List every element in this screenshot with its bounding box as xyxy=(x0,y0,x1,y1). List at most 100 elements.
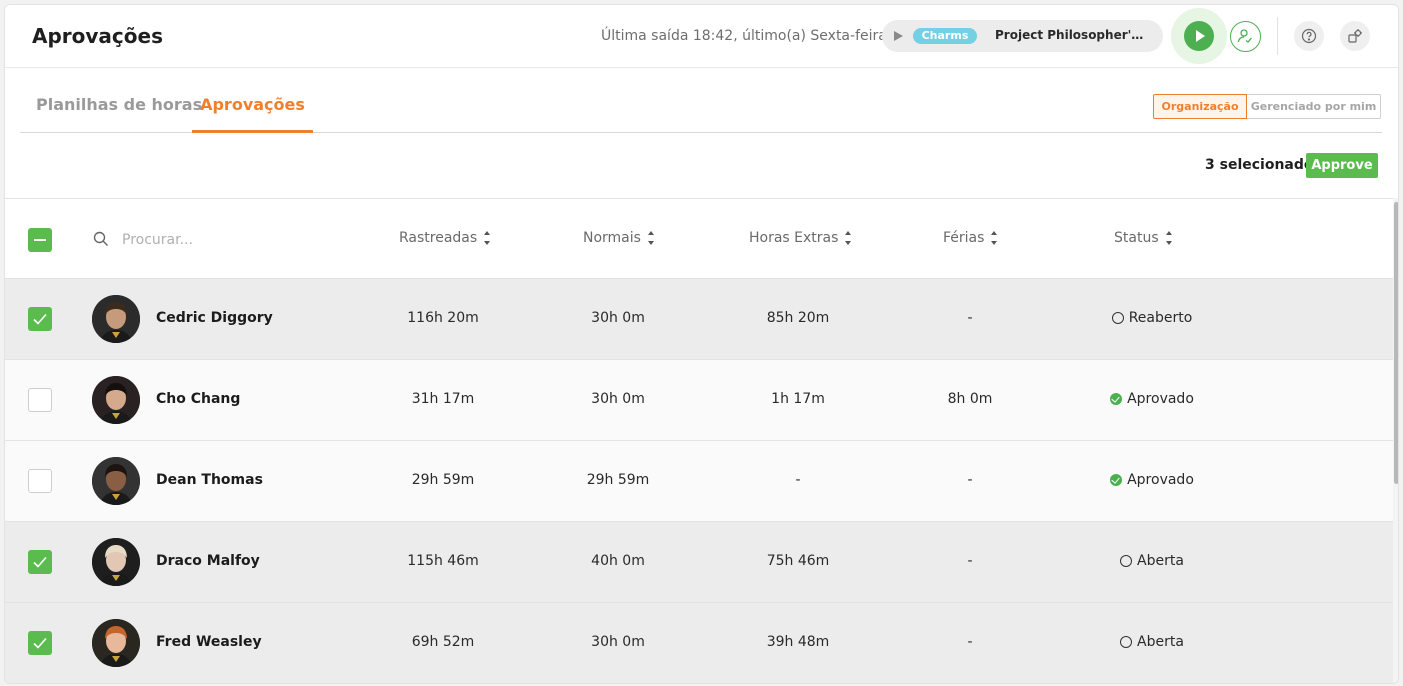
row-checkbox[interactable] xyxy=(28,550,52,574)
play-small-icon xyxy=(894,31,903,41)
open-status-icon xyxy=(1111,312,1124,324)
scope-organization-button[interactable]: Organização xyxy=(1153,94,1247,119)
table-scrollbar[interactable] xyxy=(1393,198,1398,683)
avatar xyxy=(92,538,140,586)
employee-name[interactable]: Draco Malfoy xyxy=(156,553,260,569)
column-header-status[interactable]: Status xyxy=(1114,230,1173,246)
search-input[interactable] xyxy=(122,229,302,251)
project-tag: Charms xyxy=(913,28,977,44)
table-row[interactable]: Draco Malfoy 115h 46m 40h 0m 75h 46m - Aberta xyxy=(5,522,1393,603)
search-icon xyxy=(93,231,108,246)
toolbar-divider xyxy=(1277,17,1278,55)
scope-toggle: Organização Gerenciado por mim xyxy=(1153,94,1381,119)
normal-hours: 40h 0m xyxy=(591,553,645,569)
sort-icon xyxy=(483,231,491,245)
avatar-image xyxy=(92,538,140,586)
column-header-tracked[interactable]: Rastreadas xyxy=(399,230,491,246)
sort-icon xyxy=(1165,231,1173,245)
avatar xyxy=(92,457,140,505)
employee-name[interactable]: Cedric Diggory xyxy=(156,310,273,326)
approvals-table: Rastreadas Normais Horas Extras Férias S… xyxy=(5,198,1393,683)
table-row[interactable]: Cedric Diggory 116h 20m 30h 0m 85h 20m - Reab… xyxy=(5,279,1393,360)
table-row[interactable]: Cho Chang 31h 17m 30h 0m 1h 17m 8h 0m Aprovad… xyxy=(5,360,1393,441)
normal-hours: 30h 0m xyxy=(591,310,645,326)
timer-project-selector[interactable]: Charms Project Philosopher's St... xyxy=(882,20,1163,52)
avatar-image xyxy=(92,295,140,343)
tracked-hours: 116h 20m xyxy=(407,310,479,326)
vacation-hours: - xyxy=(967,310,973,326)
employee-name[interactable]: Dean Thomas xyxy=(156,472,263,488)
tracked-hours: 29h 59m xyxy=(411,472,475,488)
page-title: Aprovações xyxy=(32,24,163,48)
avatar xyxy=(92,619,140,667)
normal-hours: 29h 59m xyxy=(586,472,650,488)
checkmark-icon xyxy=(33,637,47,649)
sort-icon xyxy=(844,231,852,245)
status-label: Aberta xyxy=(1137,634,1184,650)
status-badge: Reaberto xyxy=(1067,310,1237,326)
status-label: Reaberto xyxy=(1128,310,1193,326)
tab-approvals[interactable]: Aprovações xyxy=(192,95,313,133)
checkmark-icon xyxy=(33,556,47,568)
approved-status-icon xyxy=(1110,474,1123,486)
avatar xyxy=(92,376,140,424)
scrollbar-thumb[interactable] xyxy=(1394,202,1398,484)
column-header-normal[interactable]: Normais xyxy=(583,230,655,246)
question-icon xyxy=(1301,28,1317,44)
status-label: Aprovado xyxy=(1127,472,1194,488)
status-label: Aberta xyxy=(1137,553,1184,569)
sort-icon xyxy=(647,231,655,245)
status-badge: Aprovado xyxy=(1067,472,1237,488)
employee-name[interactable]: Fred Weasley xyxy=(156,634,262,650)
settings-button[interactable] xyxy=(1340,21,1370,51)
tracked-hours: 115h 46m xyxy=(407,553,479,569)
help-button[interactable] xyxy=(1294,21,1324,51)
top-bar: Aprovações Última saída 18:42, último(a)… xyxy=(5,5,1398,68)
tracked-hours: 69h 52m xyxy=(411,634,475,650)
overtime-hours: 1h 17m xyxy=(771,391,825,407)
table-row[interactable]: Dean Thomas 29h 59m 29h 59m - - Aprovado xyxy=(5,441,1393,522)
table-row[interactable]: Fred Weasley 69h 52m 30h 0m 39h 48m - Aberta xyxy=(5,603,1393,683)
project-name: Project Philosopher's St... xyxy=(995,28,1145,42)
normal-hours: 30h 0m xyxy=(591,391,645,407)
column-header-vacation[interactable]: Férias xyxy=(943,230,998,246)
vacation-hours: - xyxy=(967,472,973,488)
row-checkbox[interactable] xyxy=(28,469,52,493)
status-badge: Aberta xyxy=(1067,553,1237,569)
open-status-icon xyxy=(1120,555,1133,567)
avatar-image xyxy=(92,619,140,667)
avatar-image xyxy=(92,376,140,424)
checkmark-icon xyxy=(33,313,47,325)
vacation-hours: - xyxy=(967,634,973,650)
avatar-image xyxy=(92,457,140,505)
employee-name[interactable]: Cho Chang xyxy=(156,391,240,407)
approve-button[interactable]: Approve xyxy=(1306,153,1378,178)
last-exit-text: Última saída 18:42, último(a) Sexta-feir… xyxy=(601,28,887,44)
open-status-icon xyxy=(1120,636,1133,648)
app-window: Aprovações Última saída 18:42, último(a)… xyxy=(4,4,1399,684)
table-header: Rastreadas Normais Horas Extras Férias S… xyxy=(5,199,1393,279)
vacation-hours: - xyxy=(967,553,973,569)
user-check-button[interactable] xyxy=(1230,21,1261,52)
vacation-hours: 8h 0m xyxy=(947,391,993,407)
row-checkbox[interactable] xyxy=(28,307,52,331)
approved-status-icon xyxy=(1110,393,1123,405)
select-all-checkbox[interactable] xyxy=(28,228,52,252)
status-badge: Aprovado xyxy=(1067,391,1237,407)
overtime-hours: 39h 48m xyxy=(766,634,830,650)
column-header-overtime[interactable]: Horas Extras xyxy=(749,230,852,246)
status-badge: Aberta xyxy=(1067,634,1237,650)
status-label: Aprovado xyxy=(1127,391,1194,407)
row-checkbox[interactable] xyxy=(28,388,52,412)
start-timer-button[interactable] xyxy=(1184,21,1214,51)
overtime-hours: 85h 20m xyxy=(766,310,830,326)
selected-count: 3 selecionado xyxy=(1205,157,1314,173)
scope-managed-by-me-button[interactable]: Gerenciado por mim xyxy=(1247,94,1381,119)
settings-icon xyxy=(1348,29,1362,43)
overtime-hours: - xyxy=(795,472,801,488)
normal-hours: 30h 0m xyxy=(591,634,645,650)
tab-timesheets[interactable]: Planilhas de horas xyxy=(36,95,202,133)
row-checkbox[interactable] xyxy=(28,631,52,655)
sort-icon xyxy=(990,231,998,245)
overtime-hours: 75h 46m xyxy=(766,553,830,569)
